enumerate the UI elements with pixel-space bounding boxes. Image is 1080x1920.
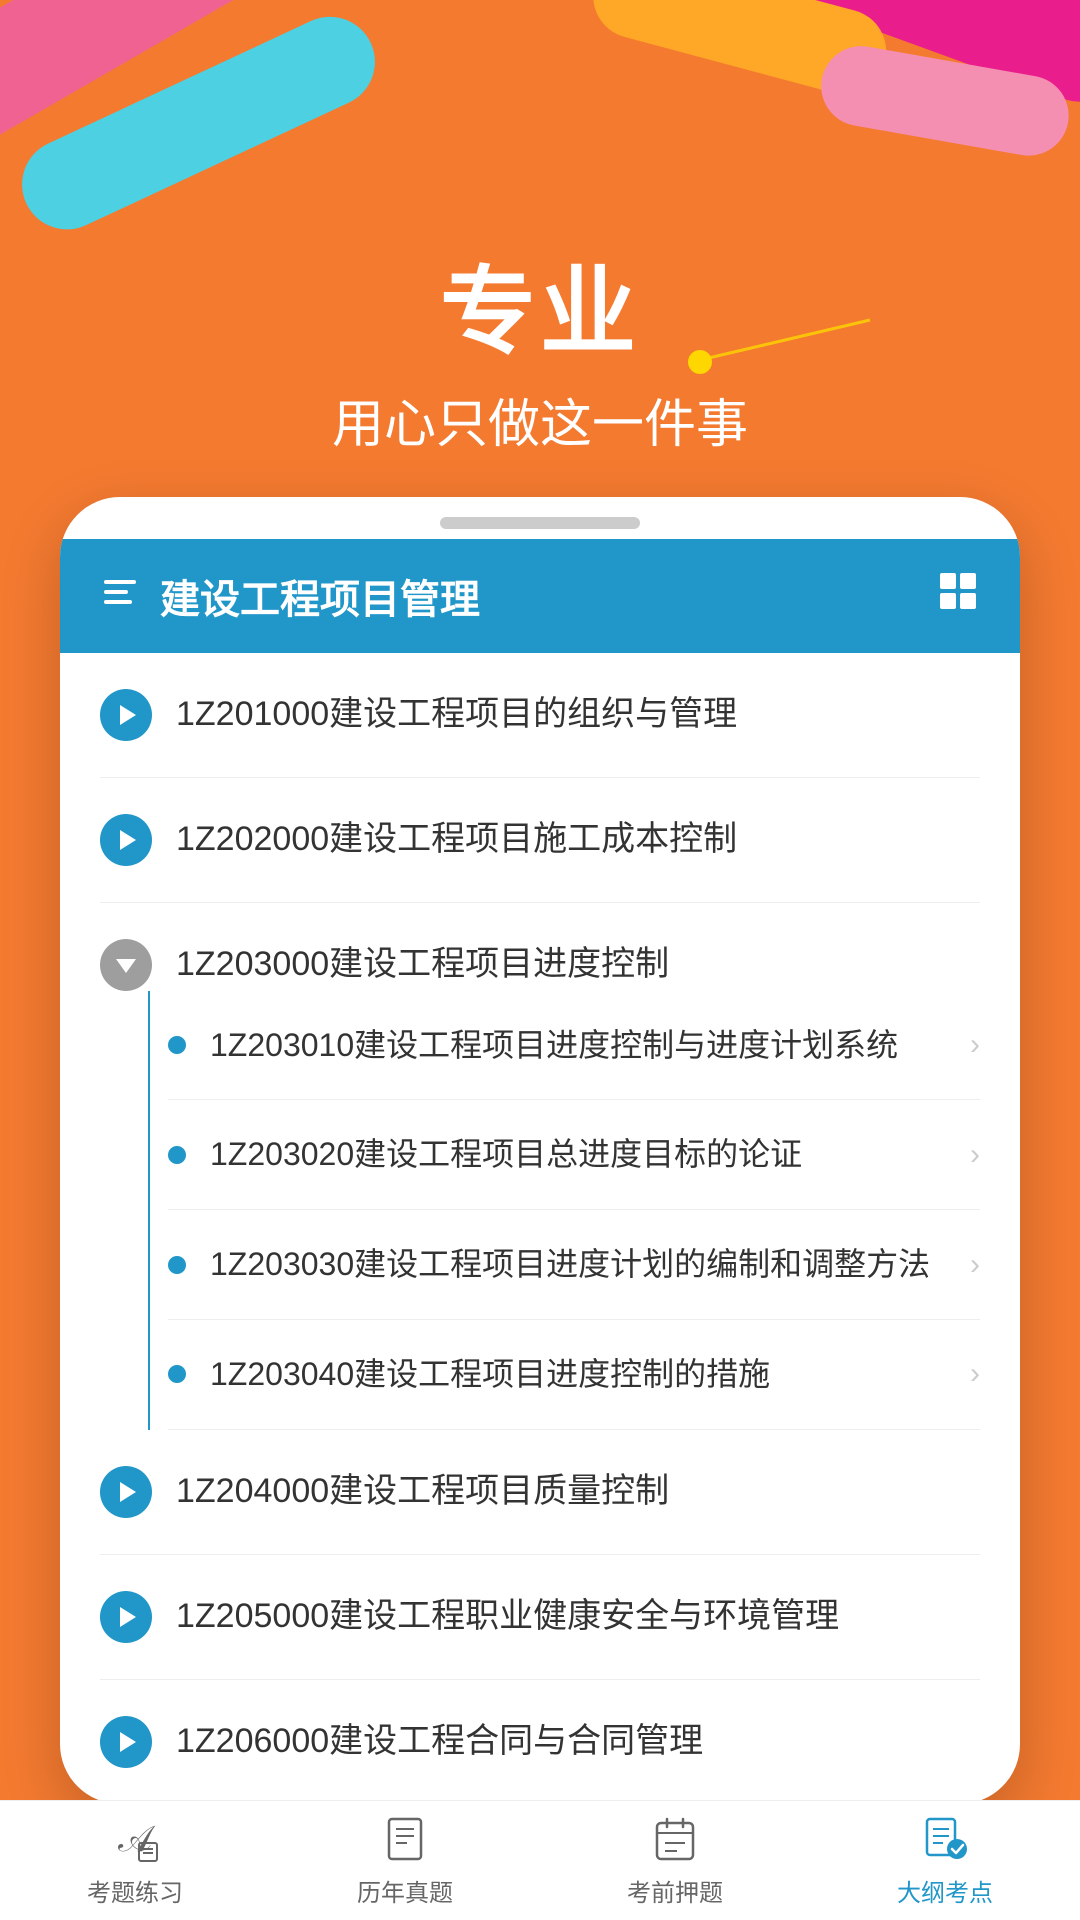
- sub-item-dot: [168, 1256, 186, 1274]
- item-icon-blue: [100, 1716, 152, 1768]
- phone-mockup: 建设工程项目管理 1Z201000建设工程项目的组织与管理: [60, 497, 1020, 1804]
- list-item[interactable]: 1Z204000建设工程项目质量控制: [100, 1430, 980, 1555]
- item-text: 1Z203000建设工程项目进度控制: [176, 941, 980, 989]
- sub-list-item[interactable]: 1Z203040建设工程项目进度控制的措施 ›: [168, 1320, 980, 1430]
- item-icon-blue: [100, 1466, 152, 1518]
- list-header-title: 建设工程项目管理: [160, 567, 480, 625]
- item-text: 1Z205000建设工程职业健康安全与环境管理: [176, 1593, 980, 1641]
- sub-item-dot: [168, 1146, 186, 1164]
- hero-subtitle: 用心只做这一件事: [0, 382, 1080, 457]
- sub-list-item[interactable]: 1Z203030建设工程项目进度计划的编制和调整方法 ›: [168, 1210, 980, 1320]
- hero-title: 专业: [0, 260, 1080, 366]
- chevron-right-icon: ›: [970, 1248, 980, 1282]
- item-icon-blue: [100, 814, 152, 866]
- sub-items-container: 1Z203010建设工程项目进度控制与进度计划系统 › 1Z203020建设工程…: [100, 991, 980, 1430]
- sub-list-item[interactable]: 1Z203010建设工程项目进度控制与进度计划系统 ›: [168, 991, 980, 1101]
- item-text: 1Z202000建设工程项目施工成本控制: [176, 816, 980, 864]
- nav-item-practice[interactable]: 𝒜 考题练习: [0, 1813, 270, 1908]
- grid-view-icon[interactable]: [936, 569, 980, 623]
- item-icon-blue: [100, 689, 152, 741]
- item-text: 1Z206000建设工程合同与合同管理: [176, 1718, 980, 1766]
- chevron-right-icon: ›: [970, 1138, 980, 1172]
- nav-label-past: 历年真题: [357, 1873, 453, 1908]
- item-text: 1Z201000建设工程项目的组织与管理: [176, 691, 980, 739]
- list-item-expanded[interactable]: 1Z203000建设工程项目进度控制: [100, 903, 980, 991]
- menu-list: 1Z201000建设工程项目的组织与管理 1Z202000建设工程项目施工成本控…: [60, 653, 1020, 1804]
- phone-notch: [440, 517, 640, 529]
- sub-item-text: 1Z203010建设工程项目进度控制与进度计划系统: [210, 1023, 946, 1068]
- nav-label-practice: 考题练习: [87, 1873, 183, 1908]
- bottom-nav: 𝒜 考题练习 历年真题 考前押题: [0, 1800, 1080, 1920]
- list-menu-icon: [100, 572, 140, 619]
- sub-item-dot: [168, 1365, 186, 1383]
- item-icon-gray: [100, 939, 152, 991]
- list-item[interactable]: 1Z201000建设工程项目的组织与管理: [100, 653, 980, 778]
- sub-item-text: 1Z203020建设工程项目总进度目标的论证: [210, 1132, 946, 1177]
- item-text: 1Z204000建设工程项目质量控制: [176, 1468, 980, 1516]
- sub-item-text: 1Z203030建设工程项目进度计划的编制和调整方法: [210, 1242, 946, 1287]
- nav-label-syllabus: 大纲考点: [897, 1873, 993, 1908]
- list-item[interactable]: 1Z206000建设工程合同与合同管理: [100, 1680, 980, 1804]
- list-item[interactable]: 1Z202000建设工程项目施工成本控制: [100, 778, 980, 903]
- sub-item-dot: [168, 1036, 186, 1054]
- item-icon-blue: [100, 1591, 152, 1643]
- nav-label-preexam: 考前押题: [627, 1873, 723, 1908]
- chevron-right-icon: ›: [970, 1357, 980, 1391]
- list-header: 建设工程项目管理: [60, 539, 1020, 653]
- nav-item-preexam[interactable]: 考前押题: [540, 1813, 810, 1908]
- sub-list-item[interactable]: 1Z203020建设工程项目总进度目标的论证 ›: [168, 1100, 980, 1210]
- chevron-right-icon: ›: [970, 1028, 980, 1062]
- nav-item-past[interactable]: 历年真题: [270, 1813, 540, 1908]
- nav-item-syllabus[interactable]: 大纲考点: [810, 1813, 1080, 1908]
- sub-item-text: 1Z203040建设工程项目进度控制的措施: [210, 1352, 946, 1397]
- list-item[interactable]: 1Z205000建设工程职业健康安全与环境管理: [100, 1555, 980, 1680]
